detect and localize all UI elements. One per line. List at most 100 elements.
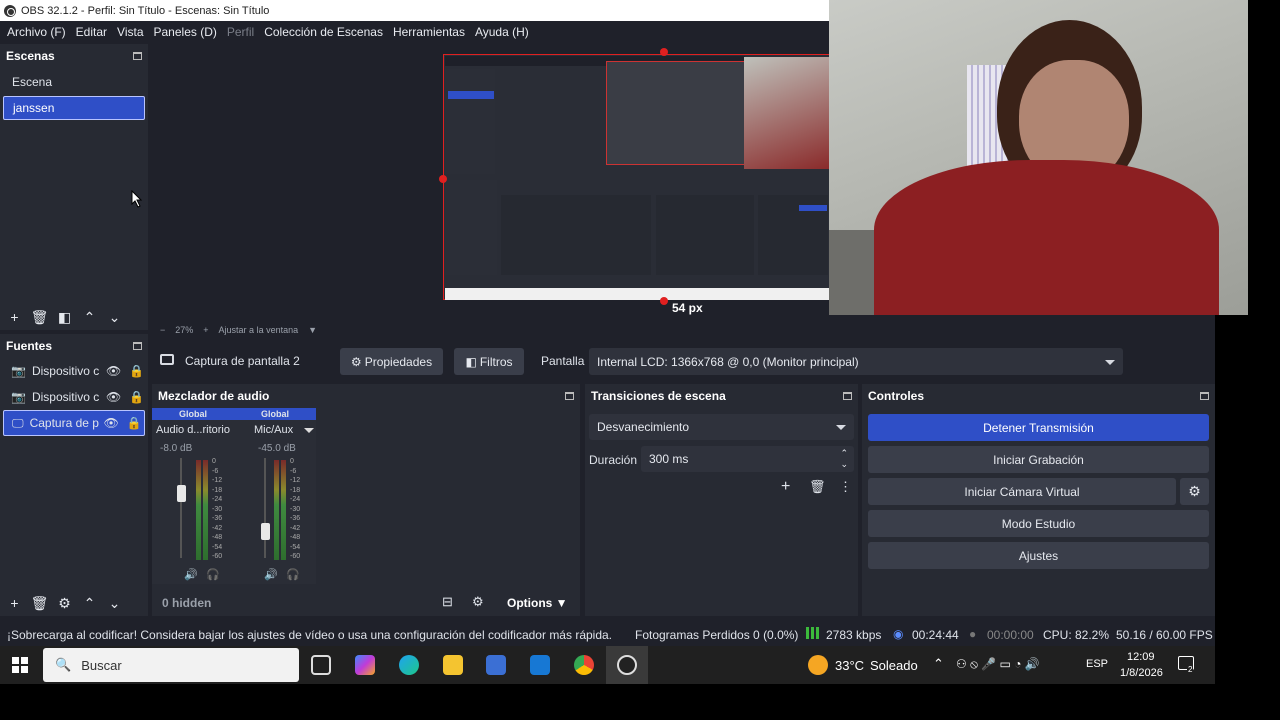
display-select[interactable]: Internal LCD: 1366x768 @ 0,0 (Monitor pr… bbox=[589, 348, 1123, 375]
menu-file[interactable]: Archivo (F) bbox=[2, 25, 71, 39]
menu-docks[interactable]: Paneles (D) bbox=[149, 25, 222, 39]
properties-button[interactable]: ⚙ Propiedades bbox=[340, 348, 443, 375]
transition-select[interactable]: Desvanecimiento bbox=[589, 414, 854, 440]
more-options-icon[interactable]: ⋮ bbox=[839, 479, 852, 495]
start-recording-button[interactable]: Iniciar Grabación bbox=[868, 446, 1209, 473]
remove-source-icon[interactable]: 🗑 bbox=[27, 595, 52, 612]
lock-icon[interactable]: 🔒 bbox=[129, 364, 144, 378]
eye-icon[interactable]: 👁 bbox=[104, 416, 119, 430]
move-up-icon[interactable]: ⌃ bbox=[77, 595, 102, 612]
eye-icon[interactable]: 👁 bbox=[106, 390, 121, 404]
headphones-icon[interactable]: 🎧 bbox=[206, 568, 220, 581]
undock-icon[interactable] bbox=[843, 392, 852, 400]
headphones-icon[interactable]: 🎧 bbox=[286, 568, 300, 581]
channel-name[interactable]: Mic/Aux bbox=[254, 424, 309, 436]
filters-button[interactable]: ◧ Filtros bbox=[454, 348, 524, 375]
weather-text[interactable]: Soleado bbox=[870, 658, 918, 673]
preview-canvas[interactable] bbox=[443, 54, 830, 300]
chevron-down-icon[interactable] bbox=[304, 428, 314, 433]
eye-icon[interactable]: 👁 bbox=[106, 364, 121, 378]
bitrate: 2783 kbps bbox=[826, 628, 882, 642]
windows-start-icon[interactable] bbox=[12, 657, 28, 673]
menu-scene-collection[interactable]: Colección de Escenas bbox=[259, 25, 388, 39]
menu-edit[interactable]: Editar bbox=[71, 25, 112, 39]
px-distance-label: 54 px bbox=[672, 301, 703, 315]
zoom-in-button[interactable]: + bbox=[203, 325, 208, 335]
undock-icon[interactable] bbox=[133, 52, 142, 60]
stop-stream-button[interactable]: Detener Transmisión bbox=[868, 414, 1209, 441]
lock-icon[interactable]: 🔒 bbox=[129, 390, 144, 404]
menu-tools[interactable]: Herramientas bbox=[388, 25, 470, 39]
zoom-dropdown-icon[interactable]: ▼ bbox=[308, 325, 317, 335]
scene-filters-icon[interactable]: ◧ bbox=[52, 309, 77, 326]
zoom-out-button[interactable]: − bbox=[160, 325, 165, 335]
remove-transition-icon[interactable]: 🗑 bbox=[809, 479, 826, 495]
lock-icon[interactable]: 🔒 bbox=[127, 416, 142, 430]
move-down-icon[interactable]: ⌄ bbox=[102, 309, 127, 326]
source-name: Captura de pantalla 2 bbox=[185, 354, 300, 368]
clock-time[interactable]: 12:09 bbox=[1127, 651, 1155, 663]
source-item[interactable]: 📷 Dispositivo c 👁 🔒 bbox=[3, 384, 145, 410]
source-properties-icon[interactable]: ⚙ bbox=[52, 595, 77, 612]
menu-profile[interactable]: Perfil bbox=[222, 25, 259, 39]
transitions-dock: Transiciones de escena Desvanecimiento D… bbox=[585, 384, 858, 616]
duration-input[interactable]: 300 ms ⌃ ⌄ bbox=[641, 446, 854, 472]
scene-item[interactable]: Escena bbox=[3, 70, 145, 94]
layout-icon[interactable]: ⊟ bbox=[442, 594, 453, 610]
virtual-camera-button[interactable]: Iniciar Cámara Virtual bbox=[868, 478, 1176, 505]
resize-handle-left[interactable] bbox=[439, 175, 447, 183]
chrome-icon[interactable] bbox=[574, 655, 594, 675]
task-view-icon[interactable] bbox=[311, 655, 331, 675]
move-down-icon[interactable]: ⌄ bbox=[102, 595, 127, 612]
virtual-camera-settings-icon[interactable]: ⚙ bbox=[1180, 478, 1209, 505]
edge-icon[interactable] bbox=[399, 655, 419, 675]
volume-slider[interactable] bbox=[180, 458, 182, 558]
input-language[interactable]: ESP bbox=[1086, 658, 1108, 670]
spin-arrows-icon[interactable]: ⌃ ⌄ bbox=[840, 448, 848, 470]
move-up-icon[interactable]: ⌃ bbox=[77, 309, 102, 326]
slider-handle[interactable] bbox=[177, 485, 186, 502]
undock-icon[interactable] bbox=[565, 392, 574, 400]
level-meter bbox=[196, 460, 201, 560]
advanced-audio-icon[interactable]: ⚙ bbox=[472, 594, 484, 610]
add-scene-icon[interactable]: + bbox=[2, 309, 27, 325]
weather-sun-icon[interactable] bbox=[808, 655, 828, 675]
tray-chevron-icon[interactable]: ⌃ bbox=[933, 656, 944, 672]
resize-handle-top[interactable] bbox=[660, 48, 668, 56]
scene-item-selected[interactable]: janssen bbox=[3, 96, 145, 120]
store-icon[interactable] bbox=[486, 655, 506, 675]
resize-handle-bottom[interactable] bbox=[660, 297, 668, 305]
nested-mixer bbox=[501, 195, 651, 275]
nested-stop-button bbox=[799, 205, 827, 211]
fit-window-button[interactable]: Ajustar a la ventana bbox=[219, 325, 299, 335]
add-transition-icon[interactable]: + bbox=[781, 478, 790, 496]
speaker-icon[interactable]: 🔊 bbox=[264, 568, 278, 581]
obs-taskbar-icon[interactable] bbox=[617, 655, 637, 675]
weather-temp[interactable]: 33°C bbox=[835, 658, 864, 673]
copilot-icon[interactable] bbox=[355, 655, 375, 675]
add-source-icon[interactable]: + bbox=[2, 595, 27, 611]
options-button[interactable]: Options ▼ bbox=[507, 596, 568, 610]
studio-mode-button[interactable]: Modo Estudio bbox=[868, 510, 1209, 537]
undock-icon[interactable] bbox=[1200, 392, 1209, 400]
menu-help[interactable]: Ayuda (H) bbox=[470, 25, 534, 39]
channel-badge: Global bbox=[152, 408, 234, 420]
menu-view[interactable]: Vista bbox=[112, 25, 148, 39]
volume-slider[interactable] bbox=[264, 458, 266, 558]
undock-icon[interactable] bbox=[133, 342, 142, 350]
taskbar-search[interactable]: 🔍 Buscar bbox=[43, 648, 299, 682]
speaker-icon[interactable]: 🔊 bbox=[184, 568, 198, 581]
nested-scene-item bbox=[448, 91, 494, 99]
db-scale: 0 -6 -12 -18 -24 -30 -36 -42 -48 -54 -60 bbox=[290, 458, 301, 560]
remove-scene-icon[interactable]: 🗑 bbox=[27, 309, 52, 326]
duration-label: Duración bbox=[589, 453, 638, 467]
channel-name[interactable]: Audio d...ritorio bbox=[156, 424, 231, 436]
clock-date[interactable]: 1/8/2026 bbox=[1120, 667, 1163, 679]
outlook-icon[interactable] bbox=[530, 655, 550, 675]
source-item-selected[interactable]: 🖵 Captura de p 👁 🔒 bbox=[3, 410, 145, 436]
source-item[interactable]: 📷 Dispositivo c 👁 🔒 bbox=[3, 358, 145, 384]
settings-button[interactable]: Ajustes bbox=[868, 542, 1209, 569]
file-explorer-icon[interactable] bbox=[443, 655, 463, 675]
tray-icons[interactable]: ⚇ ⦸ 🎤 ▭ ◔ 🔊 bbox=[956, 657, 1040, 672]
slider-handle[interactable] bbox=[261, 523, 270, 540]
